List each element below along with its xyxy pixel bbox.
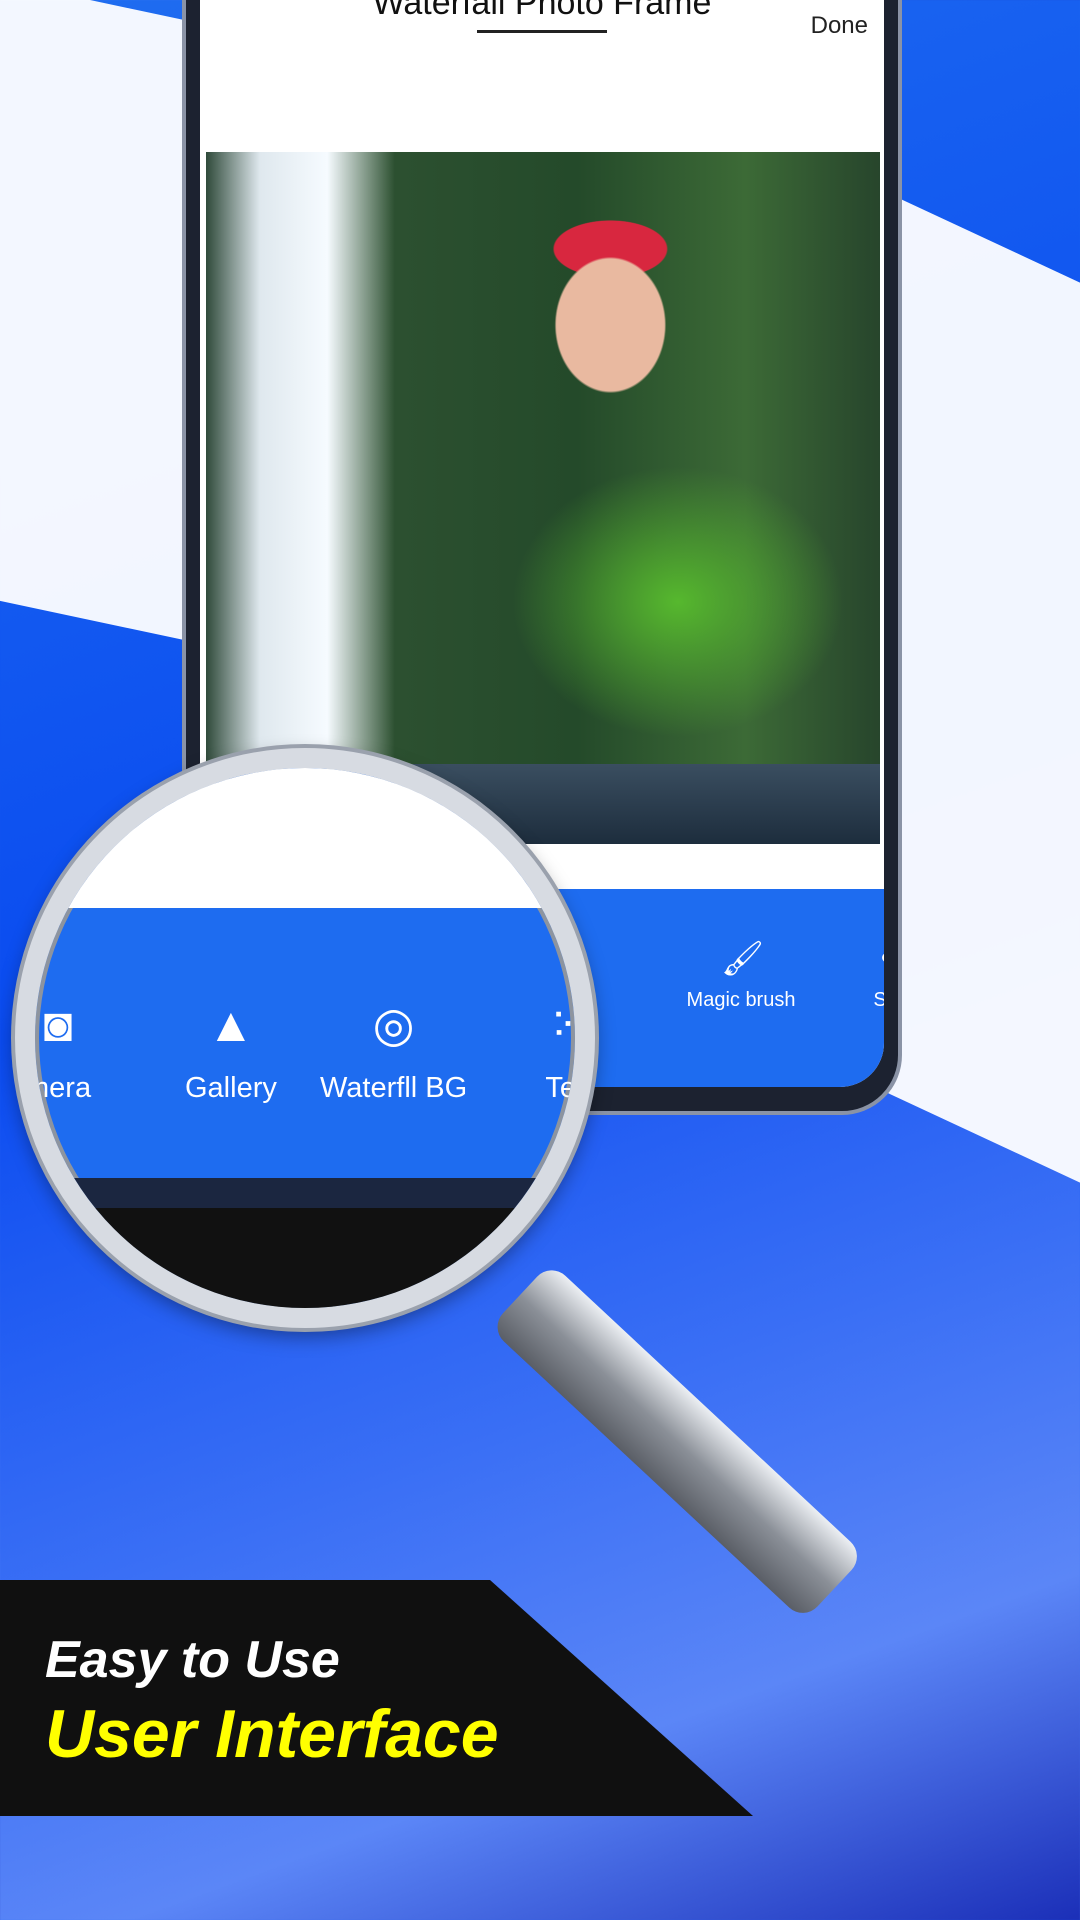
tool-gallery[interactable]: ▲ Gallery [185, 998, 277, 1105]
photo-preview[interactable] [206, 152, 880, 844]
app-title: Waterfall Photo Frame [372, 0, 712, 22]
tool-texture-zoomed[interactable]: ⁙ Tex [540, 998, 589, 1105]
banner-line1: Easy to Use [45, 1631, 340, 1689]
banner-line2: User Interface [45, 1696, 499, 1772]
texture-icon: ⁙ [547, 999, 589, 1052]
tool-stickers[interactable]: ✤Stick [820, 939, 884, 1012]
tool-waterfall-bg[interactable]: ◎ Waterfll BG [320, 998, 467, 1105]
magnifier-handle [489, 1262, 866, 1622]
brush-stroke [880, 189, 1080, 1211]
background-icon: ◎ [372, 999, 415, 1052]
camera-icon: ◙ [43, 999, 73, 1052]
tool-camera[interactable]: ◙ mera [35, 998, 91, 1105]
gallery-icon: ▲ [207, 999, 255, 1052]
magic-brush-icon: 🖌 [721, 940, 765, 978]
magnifier-lens: ◙ mera ▲ Gallery ◎ Waterfll BG ⁙ Tex [15, 748, 595, 1328]
tool-magic-brush[interactable]: 🖌 Magic brush [666, 939, 816, 1012]
sticker-icon: ✤ [875, 939, 884, 979]
title-underline [477, 30, 607, 33]
done-button[interactable]: Done [811, 12, 868, 40]
